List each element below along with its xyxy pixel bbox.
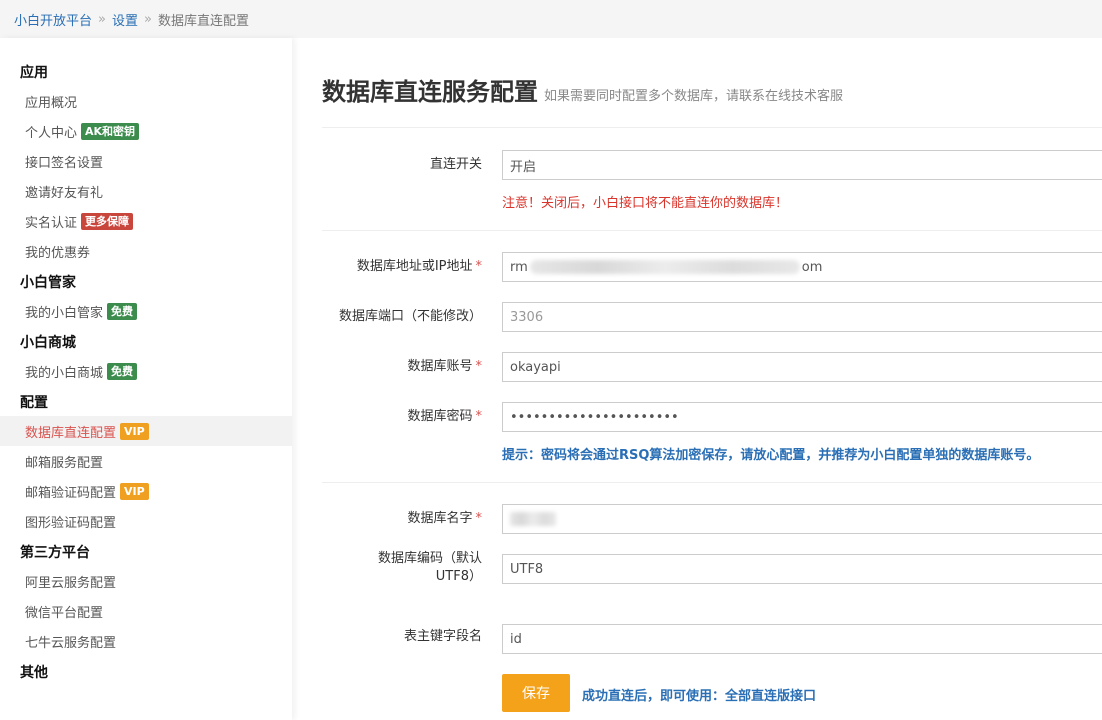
sidebar-item-label: 图形验证码配置 [25, 515, 117, 531]
breadcrumb: 小白开放平台 » 设置 » 数据库直连配置 [0, 0, 1102, 38]
port-label: 数据库端口（不能修改） [338, 309, 482, 324]
sidebar-item-label: 实名认证 [25, 215, 78, 231]
section-divider [322, 482, 1102, 483]
sidebar-item-label: 微信平台配置 [25, 605, 104, 621]
page-header: 数据库直连服务配置 如果需要同时配置多个数据库，请联系在线技术客服 [322, 38, 1102, 128]
save-button[interactable]: 保存 [502, 674, 570, 712]
redacted-host [529, 260, 800, 274]
breadcrumb-home-link[interactable]: 小白开放平台 [14, 10, 92, 29]
required-mark: * [475, 511, 483, 526]
pk-label: 表主键字段名 [403, 629, 482, 644]
user-input[interactable]: okayapi [502, 352, 1102, 382]
sidebar-item-label: 接口签名设置 [25, 155, 104, 171]
sidebar-item-invite-friends[interactable]: 邀请好友有礼 [0, 176, 292, 206]
charset-label: 数据库编码（默认 UTF8） [377, 551, 482, 584]
main-content: 数据库直连服务配置 如果需要同时配置多个数据库，请联系在线技术客服 直连开关 开… [292, 38, 1102, 720]
save-note: 成功直连后，即可使用：全部直连版接口 [582, 689, 817, 704]
breadcrumb-current: 数据库直连配置 [157, 13, 249, 29]
config-form: 直连开关 开启 注意！关闭后，小白接口将不能直连你的数据库！ 数据库地址或IP地… [322, 128, 1102, 720]
vip-badge: VIP [120, 422, 149, 440]
sidebar-item-label: 应用概况 [25, 95, 78, 111]
sidebar-section-config: 配置 [20, 395, 48, 411]
sidebar: 应用 应用概况 个人中心 AK和密钥 接口签名设置 邀请好友有礼 实名认证 更多保障… [0, 38, 292, 720]
sidebar-section-third-party: 第三方平台 [20, 545, 90, 561]
password-tip: 提示：密码将会通过RSQ算法加密保存，请放心配置，并推荐为小白配置单独的数据库账… [502, 448, 1040, 463]
sidebar-item-mail-service[interactable]: 邮箱服务配置 [0, 446, 292, 476]
free-badge: 免费 [107, 362, 138, 380]
ak-key-badge: AK和密钥 [81, 122, 140, 140]
dbname-label: 数据库名字 * [407, 511, 483, 526]
user-label: 数据库账号 * [407, 359, 483, 374]
port-input[interactable]: 3306 [502, 302, 1102, 332]
sidebar-item-coupons[interactable]: 我的优惠券 [0, 236, 292, 266]
sidebar-item-label: 阿里云服务配置 [25, 575, 117, 591]
vip-badge: VIP [120, 482, 149, 500]
sidebar-item-aliyun[interactable]: 阿里云服务配置 [0, 566, 292, 596]
switch-warning: 注意！关闭后，小白接口将不能直连你的数据库！ [502, 196, 789, 211]
sidebar-section-app: 应用 [20, 65, 48, 81]
sidebar-section-mall: 小白商城 [20, 335, 76, 351]
required-mark: * [475, 259, 483, 274]
sidebar-item-label: 我的小白商城 [25, 365, 104, 381]
pk-input[interactable]: id [502, 624, 1102, 654]
free-badge: 免费 [107, 302, 138, 320]
sidebar-item-api-signature[interactable]: 接口签名设置 [0, 146, 292, 176]
breadcrumb-separator: » [98, 11, 106, 27]
sidebar-item-label: 七牛云服务配置 [25, 635, 117, 651]
sidebar-item-label: 个人中心 [25, 125, 78, 141]
switch-select[interactable]: 开启 [502, 150, 1102, 180]
more-protection-badge: 更多保障 [81, 212, 134, 230]
required-mark: * [475, 409, 483, 424]
charset-input[interactable]: UTF8 [502, 554, 1102, 584]
host-input[interactable]: rm om [502, 252, 1102, 282]
redacted-dbname [510, 512, 556, 526]
breadcrumb-separator: » [144, 11, 152, 27]
sidebar-item-db-direct[interactable]: 数据库直连配置 VIP [0, 416, 292, 446]
required-mark: * [475, 359, 483, 374]
sidebar-item-real-name[interactable]: 实名认证 更多保障 [0, 206, 292, 236]
sidebar-item-label: 我的优惠券 [25, 245, 91, 261]
sidebar-item-label: 我的小白管家 [25, 305, 104, 321]
sidebar-item-wechat[interactable]: 微信平台配置 [0, 596, 292, 626]
sidebar-section-other: 其他 [20, 665, 48, 681]
switch-label: 直连开关 [429, 157, 482, 172]
sidebar-item-mail-code[interactable]: 邮箱验证码配置 VIP [0, 476, 292, 506]
password-label: 数据库密码 * [407, 409, 483, 424]
sidebar-section-butler: 小白管家 [20, 275, 76, 291]
section-divider [322, 230, 1102, 231]
sidebar-item-profile[interactable]: 个人中心 AK和密钥 [0, 116, 292, 146]
page-title: 数据库直连服务配置 [322, 78, 538, 106]
sidebar-item-app-overview[interactable]: 应用概况 [0, 86, 292, 116]
sidebar-item-label: 邮箱验证码配置 [25, 485, 117, 501]
sidebar-item-qiniu[interactable]: 七牛云服务配置 [0, 626, 292, 656]
host-label: 数据库地址或IP地址 * [356, 259, 483, 274]
breadcrumb-settings-link[interactable]: 设置 [112, 10, 138, 29]
sidebar-item-label: 数据库直连配置 [25, 425, 117, 441]
dbname-input[interactable] [502, 504, 1102, 534]
sidebar-item-label: 邀请好友有礼 [25, 185, 104, 201]
sidebar-item-label: 邮箱服务配置 [25, 455, 104, 471]
password-input[interactable]: •••••••••••••••••••••• [502, 402, 1102, 432]
page-subtitle: 如果需要同时配置多个数据库，请联系在线技术客服 [544, 89, 844, 104]
sidebar-item-my-mall[interactable]: 我的小白商城 免费 [0, 356, 292, 386]
sidebar-item-my-butler[interactable]: 我的小白管家 免费 [0, 296, 292, 326]
sidebar-item-captcha[interactable]: 图形验证码配置 [0, 506, 292, 536]
